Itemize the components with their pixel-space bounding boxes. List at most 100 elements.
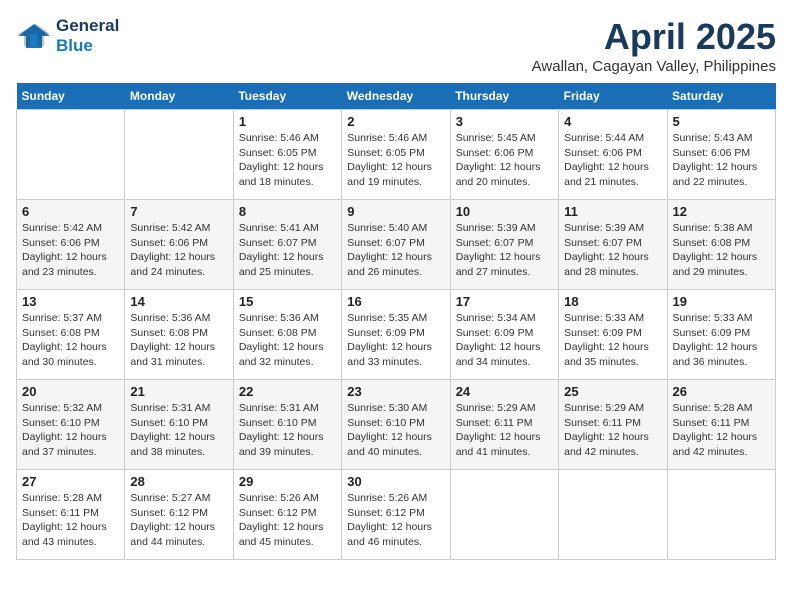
- daylight-text: Daylight: 12 hours and 31 minutes.: [130, 341, 215, 368]
- sunrise-text: Sunrise: 5:35 AM: [347, 312, 427, 324]
- calendar-cell: 28 Sunrise: 5:27 AM Sunset: 6:12 PM Dayl…: [125, 470, 233, 560]
- sunrise-text: Sunrise: 5:32 AM: [22, 402, 102, 414]
- daylight-text: Daylight: 12 hours and 35 minutes.: [564, 341, 649, 368]
- calendar-cell: 6 Sunrise: 5:42 AM Sunset: 6:06 PM Dayli…: [17, 200, 125, 290]
- daylight-text: Daylight: 12 hours and 20 minutes.: [456, 161, 541, 188]
- daylight-text: Daylight: 12 hours and 44 minutes.: [130, 521, 215, 548]
- sunrise-text: Sunrise: 5:28 AM: [22, 492, 102, 504]
- sunrise-text: Sunrise: 5:46 AM: [239, 132, 319, 144]
- weekday-header-sunday: Sunday: [17, 83, 125, 110]
- day-number: 10: [456, 204, 553, 219]
- sunrise-text: Sunrise: 5:42 AM: [130, 222, 210, 234]
- day-info: Sunrise: 5:33 AM Sunset: 6:09 PM Dayligh…: [673, 311, 770, 370]
- calendar-cell: 1 Sunrise: 5:46 AM Sunset: 6:05 PM Dayli…: [233, 110, 341, 200]
- sunrise-text: Sunrise: 5:29 AM: [564, 402, 644, 414]
- calendar-cell: 8 Sunrise: 5:41 AM Sunset: 6:07 PM Dayli…: [233, 200, 341, 290]
- calendar-cell: [450, 470, 558, 560]
- calendar-cell: [17, 110, 125, 200]
- sunset-text: Sunset: 6:07 PM: [564, 237, 642, 249]
- daylight-text: Daylight: 12 hours and 29 minutes.: [673, 251, 758, 278]
- calendar-cell: 15 Sunrise: 5:36 AM Sunset: 6:08 PM Dayl…: [233, 290, 341, 380]
- sunset-text: Sunset: 6:11 PM: [673, 417, 750, 429]
- day-number: 5: [673, 114, 770, 129]
- calendar-week-row: 20 Sunrise: 5:32 AM Sunset: 6:10 PM Dayl…: [17, 380, 776, 470]
- calendar-cell: 27 Sunrise: 5:28 AM Sunset: 6:11 PM Dayl…: [17, 470, 125, 560]
- calendar-cell: 9 Sunrise: 5:40 AM Sunset: 6:07 PM Dayli…: [342, 200, 450, 290]
- day-number: 23: [347, 384, 444, 399]
- daylight-text: Daylight: 12 hours and 22 minutes.: [673, 161, 758, 188]
- sunset-text: Sunset: 6:06 PM: [673, 147, 751, 159]
- daylight-text: Daylight: 12 hours and 24 minutes.: [130, 251, 215, 278]
- sunset-text: Sunset: 6:07 PM: [347, 237, 425, 249]
- day-number: 14: [130, 294, 227, 309]
- sunset-text: Sunset: 6:08 PM: [22, 327, 100, 339]
- sunset-text: Sunset: 6:12 PM: [347, 507, 425, 519]
- daylight-text: Daylight: 12 hours and 40 minutes.: [347, 431, 432, 458]
- daylight-text: Daylight: 12 hours and 19 minutes.: [347, 161, 432, 188]
- sunset-text: Sunset: 6:08 PM: [239, 327, 317, 339]
- day-number: 19: [673, 294, 770, 309]
- calendar-cell: 10 Sunrise: 5:39 AM Sunset: 6:07 PM Dayl…: [450, 200, 558, 290]
- daylight-text: Daylight: 12 hours and 18 minutes.: [239, 161, 324, 188]
- sunrise-text: Sunrise: 5:38 AM: [673, 222, 753, 234]
- weekday-header-tuesday: Tuesday: [233, 83, 341, 110]
- day-info: Sunrise: 5:40 AM Sunset: 6:07 PM Dayligh…: [347, 221, 444, 280]
- day-number: 7: [130, 204, 227, 219]
- sunrise-text: Sunrise: 5:28 AM: [673, 402, 753, 414]
- day-number: 15: [239, 294, 336, 309]
- sunset-text: Sunset: 6:09 PM: [347, 327, 425, 339]
- sunset-text: Sunset: 6:10 PM: [239, 417, 317, 429]
- calendar-week-row: 27 Sunrise: 5:28 AM Sunset: 6:11 PM Dayl…: [17, 470, 776, 560]
- day-info: Sunrise: 5:46 AM Sunset: 6:05 PM Dayligh…: [239, 131, 336, 190]
- day-info: Sunrise: 5:43 AM Sunset: 6:06 PM Dayligh…: [673, 131, 770, 190]
- sunrise-text: Sunrise: 5:44 AM: [564, 132, 644, 144]
- day-number: 12: [673, 204, 770, 219]
- day-number: 1: [239, 114, 336, 129]
- day-info: Sunrise: 5:44 AM Sunset: 6:06 PM Dayligh…: [564, 131, 661, 190]
- month-title: April 2025: [532, 16, 776, 58]
- day-info: Sunrise: 5:45 AM Sunset: 6:06 PM Dayligh…: [456, 131, 553, 190]
- calendar-cell: 19 Sunrise: 5:33 AM Sunset: 6:09 PM Dayl…: [667, 290, 775, 380]
- calendar-cell: [559, 470, 667, 560]
- calendar-cell: 30 Sunrise: 5:26 AM Sunset: 6:12 PM Dayl…: [342, 470, 450, 560]
- daylight-text: Daylight: 12 hours and 42 minutes.: [673, 431, 758, 458]
- sunrise-text: Sunrise: 5:43 AM: [673, 132, 753, 144]
- sunrise-text: Sunrise: 5:31 AM: [239, 402, 319, 414]
- calendar-cell: 12 Sunrise: 5:38 AM Sunset: 6:08 PM Dayl…: [667, 200, 775, 290]
- sunset-text: Sunset: 6:11 PM: [564, 417, 641, 429]
- daylight-text: Daylight: 12 hours and 39 minutes.: [239, 431, 324, 458]
- day-number: 9: [347, 204, 444, 219]
- calendar-cell: 20 Sunrise: 5:32 AM Sunset: 6:10 PM Dayl…: [17, 380, 125, 470]
- sunrise-text: Sunrise: 5:29 AM: [456, 402, 536, 414]
- daylight-text: Daylight: 12 hours and 32 minutes.: [239, 341, 324, 368]
- calendar-week-row: 13 Sunrise: 5:37 AM Sunset: 6:08 PM Dayl…: [17, 290, 776, 380]
- sunset-text: Sunset: 6:06 PM: [130, 237, 208, 249]
- day-info: Sunrise: 5:41 AM Sunset: 6:07 PM Dayligh…: [239, 221, 336, 280]
- day-info: Sunrise: 5:30 AM Sunset: 6:10 PM Dayligh…: [347, 401, 444, 460]
- day-number: 3: [456, 114, 553, 129]
- daylight-text: Daylight: 12 hours and 46 minutes.: [347, 521, 432, 548]
- sunrise-text: Sunrise: 5:46 AM: [347, 132, 427, 144]
- day-number: 22: [239, 384, 336, 399]
- daylight-text: Daylight: 12 hours and 34 minutes.: [456, 341, 541, 368]
- sunset-text: Sunset: 6:08 PM: [673, 237, 751, 249]
- calendar-cell: 3 Sunrise: 5:45 AM Sunset: 6:06 PM Dayli…: [450, 110, 558, 200]
- day-info: Sunrise: 5:26 AM Sunset: 6:12 PM Dayligh…: [239, 491, 336, 550]
- day-number: 16: [347, 294, 444, 309]
- day-number: 17: [456, 294, 553, 309]
- calendar-table: SundayMondayTuesdayWednesdayThursdayFrid…: [16, 83, 776, 560]
- calendar-week-row: 6 Sunrise: 5:42 AM Sunset: 6:06 PM Dayli…: [17, 200, 776, 290]
- calendar-cell: 22 Sunrise: 5:31 AM Sunset: 6:10 PM Dayl…: [233, 380, 341, 470]
- calendar-cell: [125, 110, 233, 200]
- sunset-text: Sunset: 6:05 PM: [239, 147, 317, 159]
- daylight-text: Daylight: 12 hours and 42 minutes.: [564, 431, 649, 458]
- sunrise-text: Sunrise: 5:42 AM: [22, 222, 102, 234]
- sunrise-text: Sunrise: 5:31 AM: [130, 402, 210, 414]
- calendar-cell: 21 Sunrise: 5:31 AM Sunset: 6:10 PM Dayl…: [125, 380, 233, 470]
- daylight-text: Daylight: 12 hours and 45 minutes.: [239, 521, 324, 548]
- calendar-cell: 16 Sunrise: 5:35 AM Sunset: 6:09 PM Dayl…: [342, 290, 450, 380]
- day-number: 27: [22, 474, 119, 489]
- day-info: Sunrise: 5:42 AM Sunset: 6:06 PM Dayligh…: [22, 221, 119, 280]
- day-info: Sunrise: 5:36 AM Sunset: 6:08 PM Dayligh…: [239, 311, 336, 370]
- sunset-text: Sunset: 6:10 PM: [347, 417, 425, 429]
